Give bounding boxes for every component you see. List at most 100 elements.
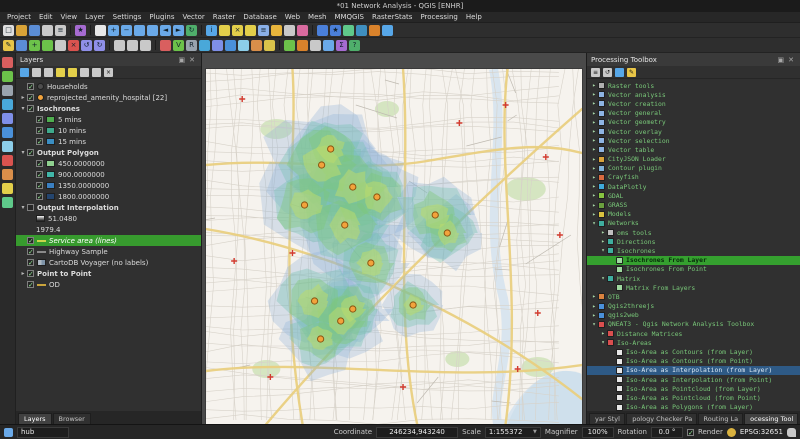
visibility-checkbox[interactable]: ✓ (27, 149, 34, 156)
undo-icon[interactable]: ↺ (81, 40, 92, 51)
data-source-manager-icon[interactable] (2, 57, 13, 68)
expand-all-icon[interactable] (80, 68, 89, 77)
expand-arrow-icon[interactable]: ▾ (599, 275, 607, 282)
layer-item-15-mins[interactable]: ✓15 mins (16, 136, 201, 147)
visibility-checkbox[interactable]: ✓ (36, 193, 43, 200)
locator-input[interactable]: hub (17, 427, 69, 438)
menu-database[interactable]: Database (239, 13, 280, 21)
algorithm-oms-tools[interactable]: ▸oms tools (587, 228, 800, 237)
zoom-in-icon[interactable]: + (108, 25, 119, 36)
visibility-checkbox[interactable]: ✓ (27, 237, 34, 244)
menu-layer[interactable]: Layer (81, 13, 109, 21)
field-calculator-icon[interactable] (271, 25, 282, 36)
measure-line-icon[interactable] (284, 25, 295, 36)
visibility-checkbox[interactable]: ✓ (27, 259, 34, 266)
expand-arrow-icon[interactable]: ▸ (590, 110, 598, 117)
layer-item-51-0480[interactable]: 51.0480 (16, 213, 201, 224)
visibility-checkbox[interactable]: ✓ (27, 270, 34, 277)
layer-item-5-mins[interactable]: ✓5 mins (16, 114, 201, 125)
expand-arrow-icon[interactable]: ▸ (590, 100, 598, 107)
visibility-checkbox[interactable]: ✓ (36, 138, 43, 145)
algorithm-iso-area-as-pointcloud-from-layer[interactable]: Iso-Area as Pointcloud (from Layer) (587, 384, 800, 393)
new-print-layout-icon[interactable] (42, 25, 53, 36)
layer-item-output-interpolation[interactable]: ▾Output Interpolation (16, 202, 201, 213)
expand-arrow-icon[interactable]: ▾ (19, 105, 27, 112)
edit-features-in-place-icon[interactable]: ✎ (627, 68, 636, 77)
filter-by-expression-icon[interactable] (68, 68, 77, 77)
algorithm-grass[interactable]: ▸GRASS (587, 200, 800, 209)
crs-value[interactable]: EPSG:32651 (740, 428, 783, 436)
expand-arrow-icon[interactable]: ▸ (590, 192, 598, 199)
expand-arrow-icon[interactable]: ▸ (590, 174, 598, 181)
show-bookmarks-icon[interactable]: ★ (330, 25, 341, 36)
add-mesh-layer-icon[interactable] (199, 40, 210, 51)
zoom-to-selection-icon[interactable] (147, 25, 158, 36)
tab-layers[interactable]: Layers (18, 413, 52, 424)
algorithm-vector-general[interactable]: ▸Vector general (587, 109, 800, 118)
menu-raster[interactable]: Raster (209, 13, 240, 21)
algorithm-directions[interactable]: ▸Directions (587, 237, 800, 246)
dock-tab-ocessing-tool[interactable]: ocessing Tool (744, 413, 798, 424)
menu-rasterstats[interactable]: RasterStats (368, 13, 416, 21)
add-group-icon[interactable] (32, 68, 41, 77)
algorithm-qgis2threejs[interactable]: ▸Qgis2threejs (587, 302, 800, 311)
algorithm-iso-area-as-interpolation-from-layer[interactable]: Iso-Area as Interpolation (from Layer) (587, 366, 800, 375)
algorithm-gdal[interactable]: ▸GDAL (587, 191, 800, 200)
menu-mmqgis[interactable]: MMQGIS (330, 13, 368, 21)
style-manager-icon[interactable]: ★ (75, 25, 86, 36)
add-raster-layer-icon[interactable]: R (186, 40, 197, 51)
algorithm-crayfish[interactable]: ▸Crayfish (587, 173, 800, 182)
select-by-expression-icon[interactable] (245, 25, 256, 36)
deselect-features-icon[interactable]: × (232, 25, 243, 36)
visibility-checkbox[interactable]: ✓ (27, 281, 34, 288)
add-wfs-layer-icon[interactable] (264, 40, 275, 51)
dock-tab-yar-styl[interactable]: yar Styl (589, 413, 625, 424)
magnifier-input[interactable]: 100% (582, 427, 614, 438)
add-postgis-layer-icon[interactable] (2, 127, 13, 138)
zoom-next-icon[interactable]: ► (173, 25, 184, 36)
refresh-icon[interactable]: ↻ (186, 25, 197, 36)
open-attribute-table-icon[interactable]: ≡ (258, 25, 269, 36)
map-tips-icon[interactable] (297, 25, 308, 36)
delete-selected-icon[interactable]: × (68, 40, 79, 51)
expand-arrow-icon[interactable]: ▸ (590, 119, 598, 126)
open-layer-styling-icon[interactable] (20, 68, 29, 77)
collapse-all-icon[interactable] (92, 68, 101, 77)
expand-arrow-icon[interactable]: ▸ (590, 128, 598, 135)
statistics-panel-icon[interactable]: Σ (336, 40, 347, 51)
add-spatialite-layer-icon[interactable] (238, 40, 249, 51)
layer-item-1350-0000000[interactable]: ✓1350.0000000 (16, 180, 201, 191)
algorithm-models[interactable]: ▸Models (587, 210, 800, 219)
expand-arrow-icon[interactable]: ▸ (590, 303, 598, 310)
visibility-checkbox[interactable]: ✓ (27, 94, 34, 101)
algorithm-vector-creation[interactable]: ▸Vector creation (587, 99, 800, 108)
new-bookmark-icon[interactable] (317, 25, 328, 36)
algorithm-iso-area-as-contours-from-point[interactable]: Iso-Area as Contours (from Point) (587, 357, 800, 366)
algorithm-raster-tools[interactable]: ▸Raster tools (587, 81, 800, 90)
filter-legend-icon[interactable] (56, 68, 65, 77)
algorithm-isochrones-from-point[interactable]: Isochrones From Point (587, 265, 800, 274)
algorithm-otb[interactable]: ▸OTB (587, 292, 800, 301)
toolbox-options-icon[interactable]: ≡ (591, 68, 600, 77)
scale-combobox[interactable]: 1:155372 ▼ (485, 427, 541, 438)
expand-arrow-icon[interactable]: ▾ (599, 247, 607, 254)
add-postgis-layers-icon[interactable] (225, 40, 236, 51)
add-oracle-layer-icon[interactable] (2, 155, 13, 166)
add-xyz-layer-icon[interactable] (2, 183, 13, 194)
layer-item-1800-0000000[interactable]: ✓1800.0000000 (16, 191, 201, 202)
layer-item-households[interactable]: ✓Households (16, 81, 201, 92)
layer-item-1979-4[interactable]: 1979.4 (16, 224, 201, 235)
add-raster-layer-icon[interactable] (2, 85, 13, 96)
layer-item-service-area-lines[interactable]: ✓Service area (lines) (16, 235, 201, 246)
add-wms-layer-icon[interactable] (2, 169, 13, 180)
identify-features-icon[interactable]: i (206, 25, 217, 36)
algorithm-isochrones[interactable]: ▾Isochrones (587, 246, 800, 255)
layer-item-point-to-point[interactable]: ▸✓Point to Point (16, 268, 201, 279)
expand-arrow-icon[interactable]: ▸ (599, 238, 607, 245)
expand-arrow-icon[interactable]: ▸ (19, 270, 27, 277)
expand-arrow-icon[interactable]: ▸ (599, 330, 607, 337)
close-panel-icon[interactable]: ✕ (187, 56, 197, 64)
algorithm-matrix-from-layers[interactable]: Matrix From Layers (587, 283, 800, 292)
rasterstats-tools-icon[interactable] (297, 40, 308, 51)
algorithm-vector-geometry[interactable]: ▸Vector geometry (587, 118, 800, 127)
